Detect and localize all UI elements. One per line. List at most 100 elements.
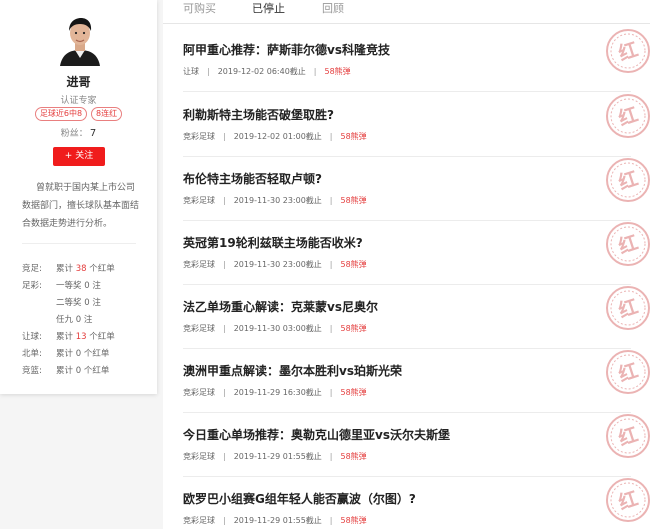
article-panel: 可购买 已停止 回顾 阿甲重心推荐：萨斯菲尔德vs科隆竞技 让球 | 2019-12-… — [163, 0, 650, 529]
tab-bar: 可购买 已停止 回顾 — [163, 0, 650, 24]
stat-label: 北单: — [22, 349, 42, 359]
article-meta: 竞彩足球 | 2019-11-30 03:00截止 | 58熊弹 — [183, 323, 367, 334]
stat-number: 0 — [84, 281, 90, 291]
article-title[interactable]: 欧罗巴小组赛G组年轻人能否赢波（尔图）? — [183, 490, 416, 507]
stamp-char: 红 — [616, 487, 641, 515]
article-deadline: 2019-11-29 01:55截止 — [233, 452, 322, 461]
stat-prefix: 累计 — [56, 332, 74, 342]
meta-separator: | — [329, 452, 333, 461]
article-type: 竞彩足球 — [183, 324, 215, 333]
article-title[interactable]: 利勒斯特主场能否破堡取胜? — [183, 106, 334, 123]
article-price: 58熊弹 — [324, 67, 351, 76]
stamp-char: 红 — [616, 167, 641, 195]
meta-separator: | — [223, 516, 226, 525]
tab-stopped[interactable]: 已停止 — [252, 0, 285, 18]
article-item[interactable]: 利勒斯特主场能否破堡取胜? 竞彩足球 | 2019-12-02 01:00截止 | 58熊… — [183, 93, 650, 157]
meta-separator: | — [329, 132, 333, 141]
article-item[interactable]: 今日重心单场推荐：奥勒克山德里亚vs沃尔夫斯堡竞彩足球 | 2019-11-29 0… — [183, 413, 650, 477]
article-item[interactable]: 阿甲重心推荐：萨斯菲尔德vs科隆竞技 让球 | 2019-12-02 06:40截止 |… — [183, 28, 650, 92]
article-title[interactable]: 英冠第19轮利兹联主场能否收米? — [183, 234, 363, 251]
meta-separator: | — [329, 516, 333, 525]
stat-suffix: 个红单 — [83, 366, 110, 376]
meta-separator: | — [207, 67, 210, 76]
meta-separator: | — [329, 388, 333, 397]
stat-number: 0 — [75, 366, 82, 376]
stat-prefix: 二等奖 — [56, 298, 82, 308]
article-deadline: 2019-12-02 06:40截止 — [217, 67, 306, 76]
meta-separator: | — [223, 132, 226, 141]
red-stamp-icon: 红 — [606, 350, 650, 394]
expert-intro: 曾就职于国内某上市公司数据部门，擅长球队基本面结合数据走势进行分析。 — [22, 183, 140, 229]
profile-card: 进哥 认证专家 足球近6中8 8连红 粉丝： 7 + 关注 曾就职于国内某上市公司… — [0, 0, 157, 394]
article-price: 58熊弹 — [340, 388, 367, 397]
article-item[interactable]: 英冠第19轮利兹联主场能否收米? 竞彩足球 | 2019-11-30 23:00截止 |… — [183, 221, 650, 285]
article-meta: 竞彩足球 | 2019-12-02 01:00截止 | 58熊弹 — [183, 131, 367, 142]
article-meta: 竞彩足球 | 2019-11-29 01:55截止 | 58熊弹 — [183, 451, 367, 462]
article-price: 58熊弹 — [340, 132, 367, 141]
article-deadline: 2019-11-29 01:55截止 — [233, 516, 322, 525]
article-deadline: 2019-11-30 23:00截止 — [233, 196, 322, 205]
article-price: 58熊弹 — [340, 516, 367, 525]
stat-number: 0 — [84, 298, 90, 308]
article-item[interactable]: 澳洲甲重点解读：墨尔本胜利vs珀斯光荣 竞彩足球 | 2019-11-29 16:30… — [183, 349, 650, 413]
stat-suffix: 个红单 — [89, 332, 115, 342]
article-type: 竞彩足球 — [183, 196, 215, 205]
red-stamp-icon: 红 — [606, 286, 650, 330]
article-item[interactable]: 法乙单场重心解读：克莱蒙vs尼奥尔 竞彩足球 | 2019-11-30 03:00截止… — [183, 285, 650, 349]
tab-available[interactable]: 可购买 — [183, 0, 216, 18]
article-title[interactable]: 法乙单场重心解读：克莱蒙vs尼奥尔 — [183, 298, 378, 315]
article-meta: 竞彩足球 | 2019-11-30 23:00截止 | 58熊弹 — [183, 195, 367, 206]
stamp-char: 红 — [616, 231, 641, 259]
stat-prefix: 任九 — [56, 315, 74, 325]
follow-button[interactable]: + 关注 — [53, 147, 105, 166]
article-price: 58熊弹 — [340, 324, 367, 333]
stat-label: 让球: — [22, 332, 42, 342]
stat-prefix: 累计 — [56, 366, 74, 376]
stamp-char: 红 — [616, 359, 641, 387]
tab-review[interactable]: 回顾 — [322, 0, 344, 18]
article-item[interactable]: 欧罗巴小组赛G组年轻人能否赢波（尔图）? 竞彩足球 | 2019-11-29 01:5… — [183, 477, 650, 529]
article-item[interactable]: 布伦特主场能否轻取卢顿? 竞彩足球 | 2019-11-30 23:00截止 | 58熊弹… — [183, 157, 650, 221]
stat-suffix: 注 — [83, 315, 93, 325]
meta-separator: | — [329, 324, 333, 333]
expert-name: 进哥 — [66, 75, 91, 89]
red-stamp-icon: 红 — [606, 478, 650, 522]
stat-suffix: 注 — [92, 281, 101, 291]
meta-separator: | — [329, 196, 333, 205]
red-stamp-icon: 红 — [606, 29, 650, 73]
fans-count: 粉丝： 7 — [0, 126, 157, 139]
stat-number: 0 — [75, 349, 82, 359]
article-price: 58熊弹 — [340, 452, 367, 461]
stat-prefix: 累计 — [56, 264, 74, 274]
stamp-char: 红 — [616, 423, 641, 451]
stat-prefix: 累计 — [56, 349, 74, 359]
article-title[interactable]: 今日重心单场推荐：奥勒克山德里亚vs沃尔夫斯堡 — [183, 426, 450, 443]
article-type: 竞彩足球 — [183, 452, 215, 461]
article-meta: 竞彩足球 | 2019-11-30 23:00截止 | 58熊弹 — [183, 259, 367, 270]
red-stamp-icon: 红 — [606, 222, 650, 266]
meta-separator: | — [223, 388, 226, 397]
article-type: 竞彩足球 — [183, 132, 215, 141]
avatar[interactable] — [56, 12, 104, 66]
article-meta: 让球 | 2019-12-02 06:40截止 | 58熊弹 — [183, 66, 351, 77]
meta-separator: | — [223, 452, 226, 461]
divider — [22, 243, 136, 244]
article-type: 竞彩足球 — [183, 388, 215, 397]
stat-label: 竞篮: — [22, 366, 42, 376]
win-streak-badge: 8连红 — [91, 107, 123, 121]
stat-suffix: 个红单 — [83, 349, 110, 359]
meta-separator: | — [313, 67, 317, 76]
article-title[interactable]: 阿甲重心推荐：萨斯菲尔德vs科隆竞技 — [183, 41, 390, 58]
article-meta: 竞彩足球 | 2019-11-29 16:30截止 | 58熊弹 — [183, 387, 367, 398]
stat-prefix: 一等奖 — [56, 281, 82, 291]
article-deadline: 2019-12-02 01:00截止 — [233, 132, 322, 141]
stat-label: 足彩: — [22, 281, 42, 291]
article-deadline: 2019-11-30 23:00截止 — [233, 260, 322, 269]
article-title[interactable]: 澳洲甲重点解读：墨尔本胜利vs珀斯光荣 — [183, 362, 402, 379]
meta-separator: | — [223, 196, 226, 205]
stamp-char: 红 — [616, 295, 641, 323]
article-title[interactable]: 布伦特主场能否轻取卢顿? — [183, 170, 322, 187]
stat-number: 38 — [75, 264, 87, 274]
article-meta: 竞彩足球 | 2019-11-29 01:55截止 | 58熊弹 — [183, 515, 367, 526]
stat-number: 13 — [75, 332, 87, 342]
